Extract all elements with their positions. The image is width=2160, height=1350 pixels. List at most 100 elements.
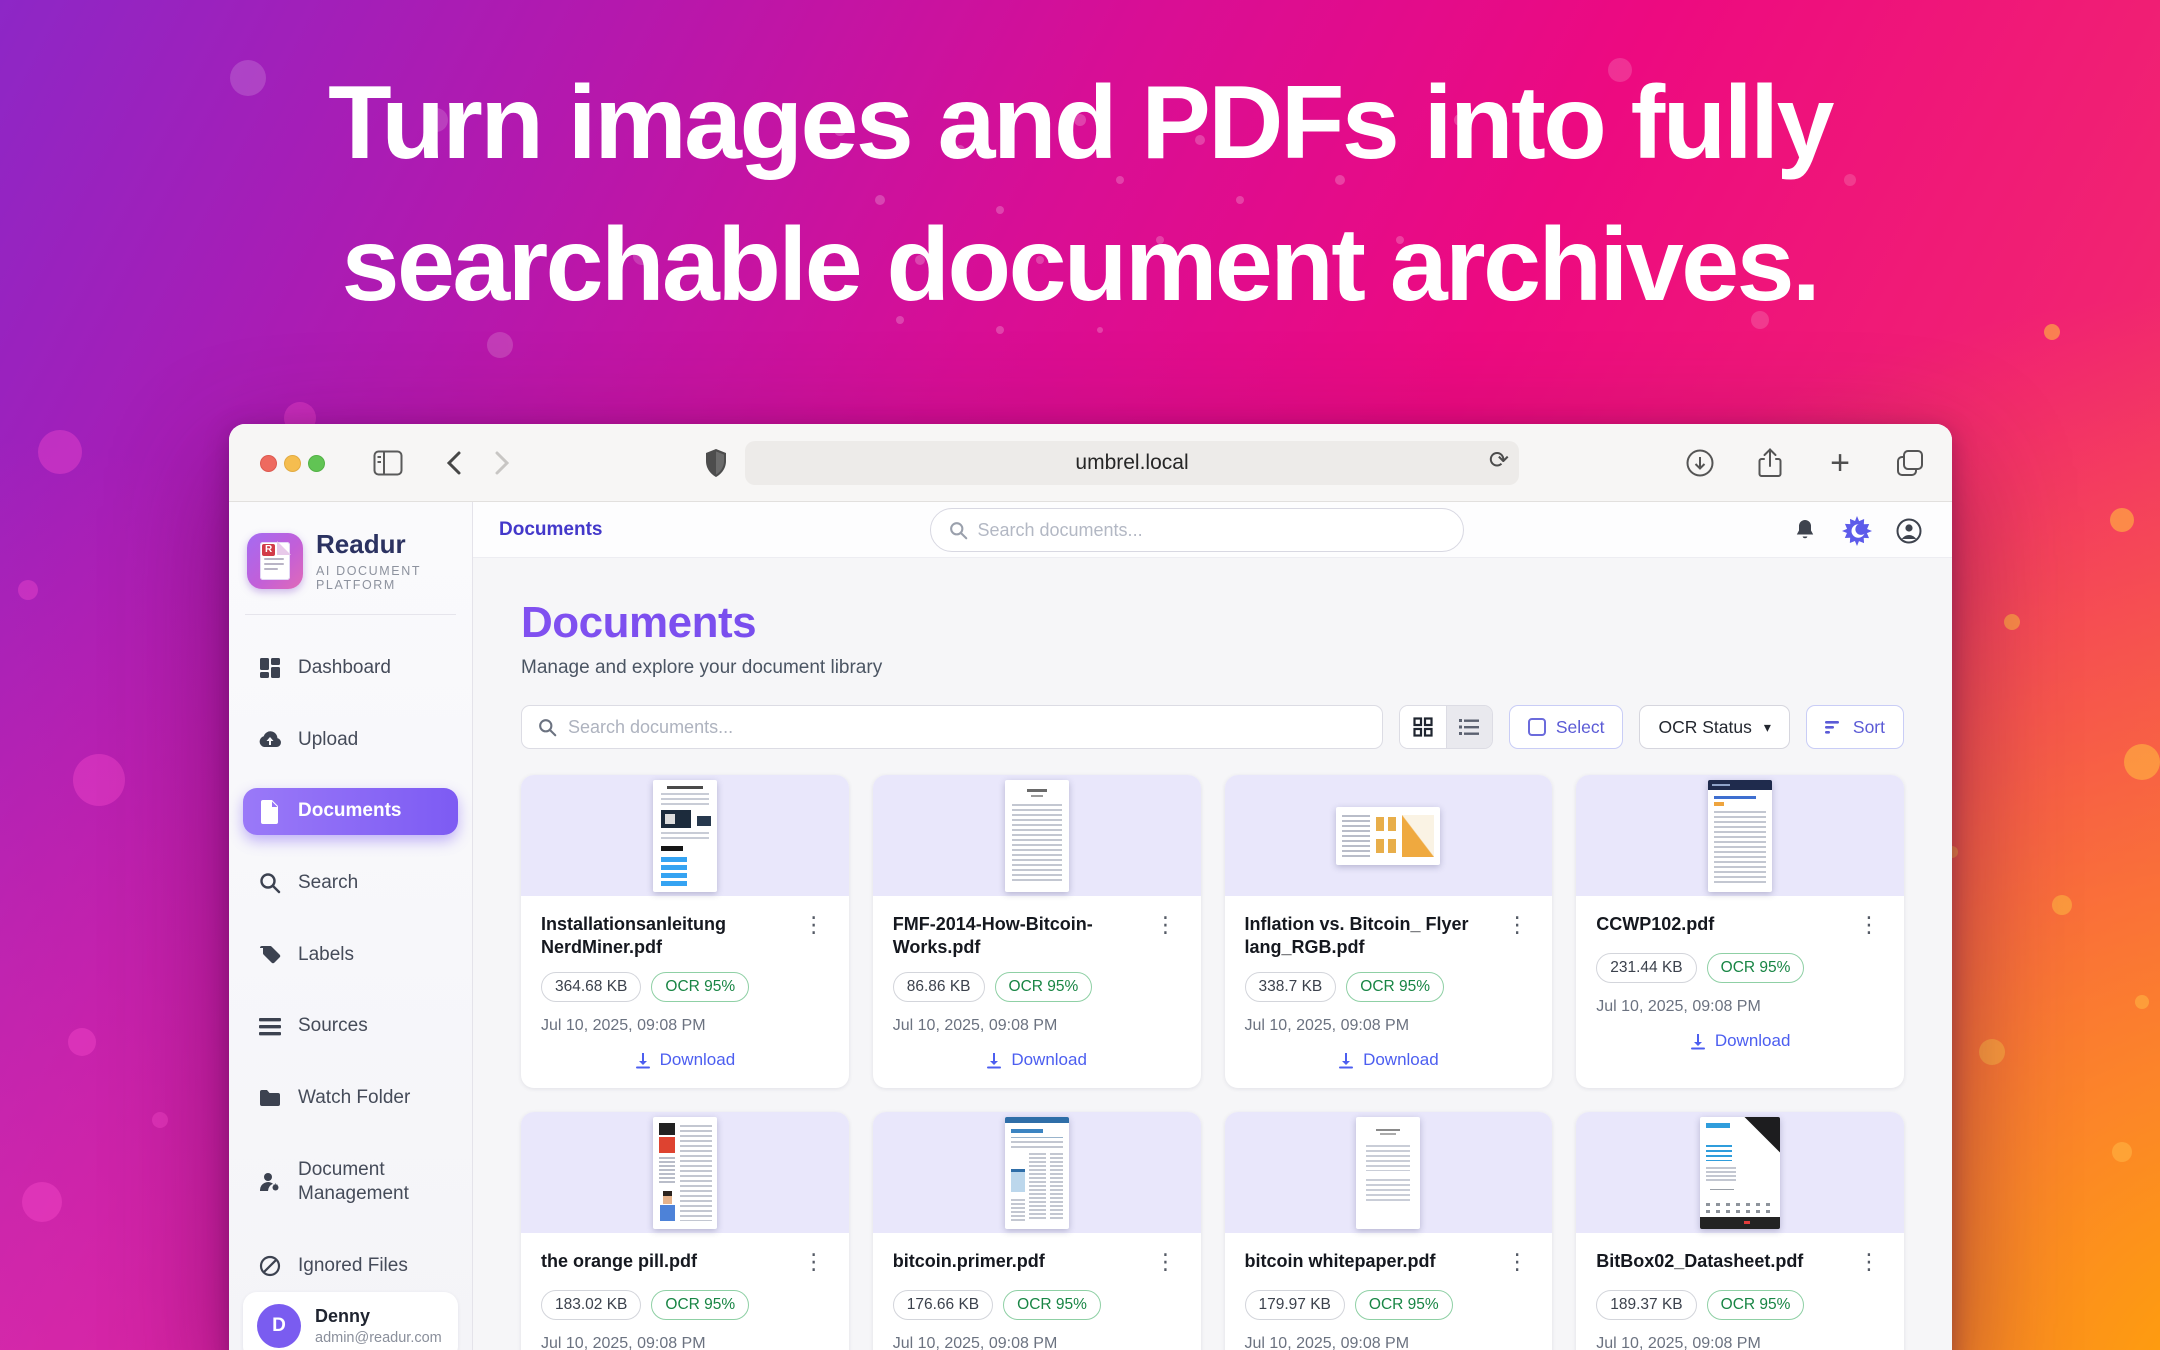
minimize-window-button[interactable]: [284, 455, 301, 472]
document-name: Installationsanleitung NerdMiner.pdf: [541, 913, 791, 958]
document-card[interactable]: FMF-2014-How-Bitcoin-Works.pdf ⋮ 86.86 K…: [873, 775, 1201, 1088]
notifications-bell-icon[interactable]: [1784, 510, 1826, 552]
document-date: Jul 10, 2025, 09:08 PM: [1596, 1335, 1884, 1350]
close-window-button[interactable]: [260, 455, 277, 472]
reload-icon[interactable]: ⟳: [1489, 446, 1509, 474]
sidebar-item-upload[interactable]: Upload: [243, 717, 458, 764]
document-card[interactable]: Inflation vs. Bitcoin_ Flyer lang_RGB.pd…: [1225, 775, 1553, 1088]
ocr-status-filter[interactable]: OCR Status ▾: [1639, 705, 1789, 749]
sidebar-item-watch-folder[interactable]: Watch Folder: [243, 1075, 458, 1122]
sort-button[interactable]: Sort: [1806, 705, 1904, 749]
document-date: Jul 10, 2025, 09:08 PM: [541, 1017, 829, 1035]
sidebar-item-sources[interactable]: Sources: [243, 1003, 458, 1050]
download-link[interactable]: Download: [541, 1050, 829, 1070]
sidebar-item-documents[interactable]: Documents: [243, 788, 458, 835]
list-icon: [258, 1015, 282, 1039]
document-date: Jul 10, 2025, 09:08 PM: [541, 1335, 829, 1350]
kebab-menu-icon[interactable]: ⋮: [1502, 1250, 1532, 1276]
global-search-input[interactable]: [977, 520, 1444, 541]
document-card[interactable]: bitcoin.primer.pdf ⋮ 176.66 KB OCR 95% J…: [873, 1112, 1201, 1350]
file-size-badge: 183.02 KB: [541, 1290, 641, 1320]
global-search[interactable]: [929, 508, 1463, 552]
back-button[interactable]: [439, 448, 469, 478]
app-topbar: Documents: [473, 502, 1952, 558]
kebab-menu-icon[interactable]: ⋮: [799, 1250, 829, 1276]
document-date: Jul 10, 2025, 09:08 PM: [893, 1017, 1181, 1035]
document-card[interactable]: bitcoin whitepaper.pdf ⋮ 179.97 KB OCR 9…: [1225, 1112, 1553, 1350]
document-thumbnail: [873, 1112, 1201, 1233]
downloads-icon[interactable]: [1684, 447, 1716, 479]
document-search-input[interactable]: [568, 717, 1366, 738]
brand[interactable]: R Readur AI DOCUMENT PLATFORM: [243, 526, 458, 592]
sidebar-item-ignored-files[interactable]: Ignored Files: [243, 1243, 458, 1290]
ocr-status-badge: OCR 95%: [651, 1290, 749, 1320]
sidebar: R Readur AI DOCUMENT PLATFORM: [229, 502, 473, 1350]
sidebar-item-document-management[interactable]: Document Management: [243, 1147, 458, 1218]
kebab-menu-icon[interactable]: ⋮: [1502, 913, 1532, 939]
search-icon: [948, 521, 967, 540]
breadcrumb[interactable]: Documents: [499, 519, 602, 541]
tab-overview-icon[interactable]: [1894, 447, 1926, 479]
browser-window: umbrel.local ⟳ +: [229, 424, 1952, 1350]
document-thumbnail: [873, 775, 1201, 896]
tag-icon: [258, 943, 282, 967]
document-date: Jul 10, 2025, 09:08 PM: [893, 1335, 1181, 1350]
grid-view-button[interactable]: [1400, 706, 1446, 748]
user-card[interactable]: D Denny admin@readur.com: [243, 1292, 458, 1350]
url-text: umbrel.local: [1075, 451, 1188, 475]
address-bar[interactable]: umbrel.local ⟳: [745, 441, 1519, 485]
dashboard-grid-icon: [258, 656, 282, 680]
forward-button[interactable]: [487, 448, 517, 478]
list-view-button[interactable]: [1446, 706, 1492, 748]
document-name: FMF-2014-How-Bitcoin-Works.pdf: [893, 913, 1143, 958]
share-icon[interactable]: [1754, 447, 1786, 479]
document-card[interactable]: the orange pill.pdf ⋮ 183.02 KB OCR 95% …: [521, 1112, 849, 1350]
readur-app: R Readur AI DOCUMENT PLATFORM: [229, 502, 1952, 1350]
page-subtitle: Manage and explore your document library: [521, 657, 1904, 679]
theme-toggle-icon[interactable]: [1836, 510, 1878, 552]
browser-toolbar: umbrel.local ⟳ +: [229, 424, 1952, 502]
ocr-status-badge: OCR 95%: [1707, 1290, 1805, 1320]
download-link[interactable]: Download: [1245, 1050, 1533, 1070]
list-view-icon: [1459, 718, 1479, 736]
kebab-menu-icon[interactable]: ⋮: [1854, 913, 1884, 939]
document-card[interactable]: BitBox02_Datasheet.pdf ⋮ 189.37 KB OCR 9…: [1576, 1112, 1904, 1350]
file-size-badge: 364.68 KB: [541, 972, 641, 1002]
privacy-shield-icon[interactable]: [699, 446, 733, 480]
document-card[interactable]: Installationsanleitung NerdMiner.pdf ⋮ 3…: [521, 775, 849, 1088]
search-icon: [538, 718, 557, 737]
sidebar-item-dashboard[interactable]: Dashboard: [243, 645, 458, 692]
folder-icon: [258, 1086, 282, 1110]
sidebar-toggle-icon[interactable]: [371, 448, 405, 478]
select-button[interactable]: Select: [1509, 705, 1624, 749]
file-size-badge: 86.86 KB: [893, 972, 985, 1002]
account-icon[interactable]: [1888, 510, 1930, 552]
hero-line-2: searchable document archives.: [0, 194, 2160, 336]
kebab-menu-icon[interactable]: ⋮: [1151, 913, 1181, 939]
download-link[interactable]: Download: [893, 1050, 1181, 1070]
checkbox-icon: [1528, 718, 1546, 736]
grid-view-icon: [1413, 717, 1433, 737]
brand-tagline: AI DOCUMENT PLATFORM: [316, 564, 454, 592]
download-link[interactable]: Download: [1596, 1031, 1884, 1051]
ocr-status-badge: OCR 95%: [1003, 1290, 1101, 1320]
sidebar-item-search[interactable]: Search: [243, 860, 458, 907]
sidebar-item-labels[interactable]: Labels: [243, 932, 458, 979]
page-title: Documents: [521, 598, 1904, 648]
kebab-menu-icon[interactable]: ⋮: [1151, 1250, 1181, 1276]
document-thumbnail: [1576, 775, 1904, 896]
document-thumbnail: [521, 1112, 849, 1233]
new-tab-icon[interactable]: +: [1824, 447, 1856, 479]
kebab-menu-icon[interactable]: ⋮: [799, 913, 829, 939]
kebab-menu-icon[interactable]: ⋮: [1854, 1250, 1884, 1276]
ocr-status-badge: OCR 95%: [1346, 972, 1444, 1002]
file-size-badge: 338.7 KB: [1245, 972, 1337, 1002]
document-date: Jul 10, 2025, 09:08 PM: [1245, 1017, 1533, 1035]
document-search[interactable]: [521, 705, 1383, 749]
download-icon: [986, 1052, 1002, 1069]
cloud-upload-icon: [258, 728, 282, 752]
document-card[interactable]: CCWP102.pdf ⋮ 231.44 KB OCR 95% Jul 10, …: [1576, 775, 1904, 1088]
zoom-window-button[interactable]: [308, 455, 325, 472]
ban-icon: [258, 1254, 282, 1278]
file-size-badge: 189.37 KB: [1596, 1290, 1696, 1320]
